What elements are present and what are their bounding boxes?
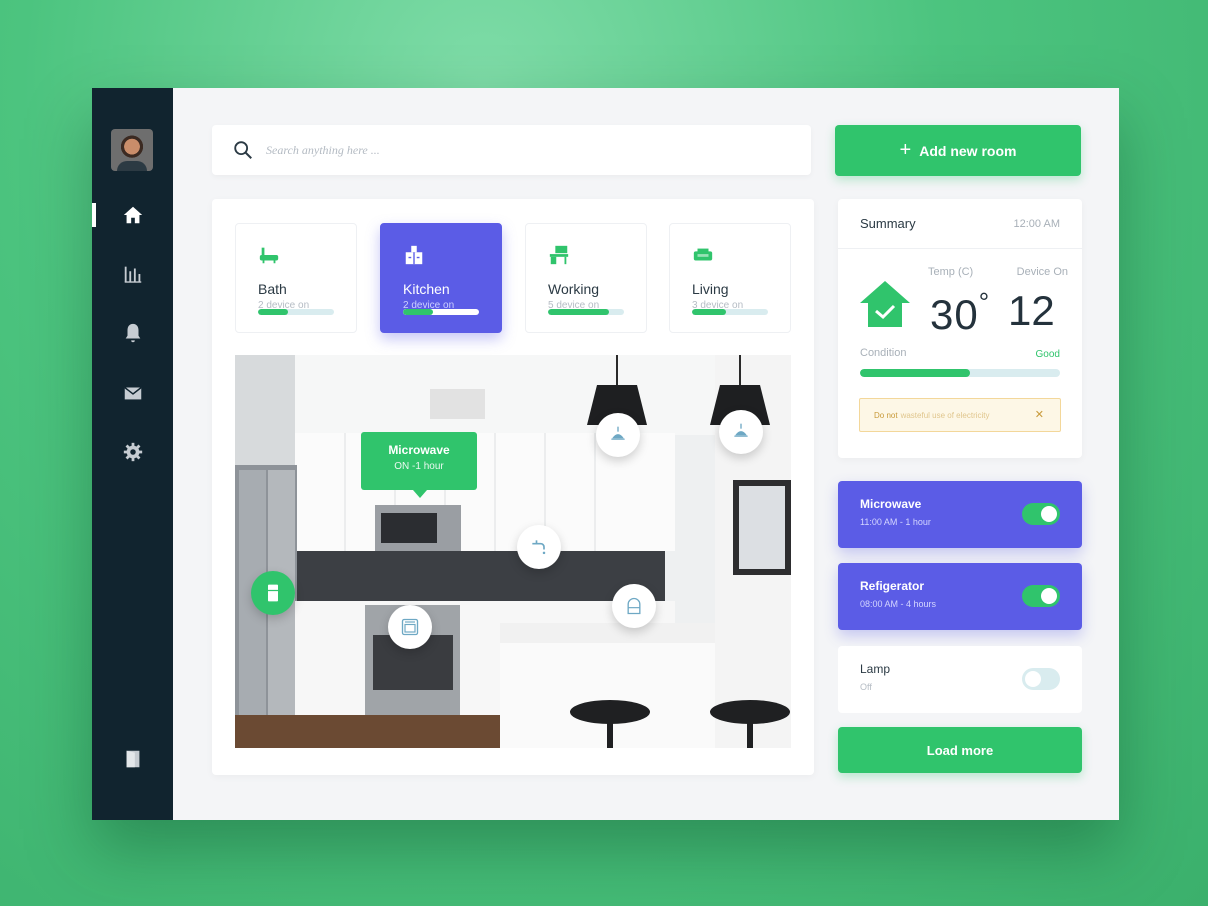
fridge-icon <box>268 584 278 602</box>
search-input[interactable] <box>266 142 666 158</box>
plus-icon: + <box>899 139 912 161</box>
door-icon <box>126 750 139 768</box>
alert-strong: Do not <box>874 410 898 420</box>
sofa-icon <box>693 248 713 261</box>
add-room-button[interactable]: + Add new room <box>835 125 1081 176</box>
device-toggle[interactable] <box>1022 668 1060 690</box>
search-icon <box>234 141 252 159</box>
room-photo: Microwave ON -1 hour <box>235 355 791 748</box>
kitchen-scene <box>235 355 791 748</box>
hotspot-oven[interactable] <box>388 605 432 649</box>
faucet-icon <box>532 540 546 555</box>
lamp-icon <box>611 426 625 440</box>
sidebar-item-notifications[interactable] <box>92 315 173 351</box>
room-panel: Bath 2 device on Kitchen 2 device on Wor… <box>212 199 814 775</box>
oven-icon <box>401 618 419 636</box>
summary-header: Summary 12:00 AM <box>838 199 1082 249</box>
summary-time: 12:00 AM <box>1013 217 1060 230</box>
device-card-refrigerator[interactable]: Refigerator 08:00 AM - 4 hours <box>838 563 1082 630</box>
device-tooltip: Microwave ON -1 hour <box>361 432 477 498</box>
room-card-working[interactable]: Working 5 device on <box>525 223 647 333</box>
temperature-value: 30° <box>930 287 990 339</box>
home-icon <box>123 206 142 224</box>
search-bar[interactable] <box>212 125 811 175</box>
degree-symbol: ° <box>978 287 991 317</box>
bar-chart-icon <box>124 266 141 283</box>
home-check-icon <box>860 281 910 327</box>
summary-title: Summary <box>860 216 916 231</box>
room-name: Working <box>548 281 600 297</box>
alert-text: wasteful use of electricity <box>900 410 990 420</box>
sidebar-item-stats[interactable] <box>92 256 173 292</box>
room-progress <box>548 309 624 315</box>
sidebar-item-messages[interactable] <box>92 375 173 411</box>
tooltip-subtitle: ON -1 hour <box>394 461 444 472</box>
close-icon[interactable]: ✕ <box>1035 408 1044 421</box>
room-progress-fill <box>692 309 727 315</box>
tooltip-title: Microwave <box>388 443 450 457</box>
hotspot-lamp-1[interactable] <box>596 413 640 457</box>
summary-card: Summary 12:00 AM Temp (C) Device On 30° … <box>838 199 1082 458</box>
hotspot-dishwasher[interactable] <box>612 584 656 628</box>
gear-icon <box>123 442 142 462</box>
sidebar-item-settings[interactable] <box>92 434 173 470</box>
condition-progress-fill <box>860 369 970 377</box>
room-name: Bath <box>258 281 287 297</box>
condition-progress <box>860 369 1060 377</box>
room-progress <box>403 309 479 315</box>
temp-label: Temp (C) <box>928 266 974 278</box>
room-name: Living <box>692 281 729 297</box>
room-progress-fill <box>258 309 289 315</box>
room-card-bath[interactable]: Bath 2 device on <box>235 223 357 333</box>
avatar[interactable] <box>111 129 153 171</box>
condition-label: Condition <box>860 347 907 359</box>
device-toggle[interactable] <box>1022 585 1060 607</box>
temperature-number: 30 <box>930 291 979 338</box>
add-room-label: Add new room <box>919 142 1017 159</box>
device-card-lamp[interactable]: Lamp Off <box>838 646 1082 713</box>
bell-icon <box>125 323 140 343</box>
sidebar-item-home[interactable] <box>92 197 173 233</box>
logout-button[interactable] <box>92 741 173 777</box>
room-progress <box>258 309 334 315</box>
device-card-microwave[interactable]: Microwave 11:00 AM - 1 hour <box>838 481 1082 548</box>
hotspot-lamp-2[interactable] <box>719 410 763 454</box>
lamp-icon <box>734 423 748 437</box>
sidebar <box>92 88 173 820</box>
envelope-icon <box>123 386 142 400</box>
room-card-living[interactable]: Living 3 device on <box>669 223 791 333</box>
summary-labels: Temp (C) Device On <box>928 266 1068 278</box>
bathtub-icon <box>259 247 279 264</box>
room-progress <box>692 309 768 315</box>
device-toggle[interactable] <box>1022 503 1060 525</box>
desk-icon <box>549 245 569 265</box>
device-on-label: Device On <box>1016 266 1068 278</box>
kitchen-icon <box>405 245 423 265</box>
app-window: Bath 2 device on Kitchen 2 device on Wor… <box>92 88 1119 820</box>
main-content: Bath 2 device on Kitchen 2 device on Wor… <box>173 88 1119 820</box>
alert-banner: Do not wasteful use of electricity ✕ <box>859 398 1061 432</box>
hotspot-faucet[interactable] <box>517 525 561 569</box>
load-more-button[interactable]: Load more <box>838 727 1082 773</box>
devices-on-value: 12 <box>1008 287 1055 334</box>
dishwasher-icon <box>627 597 641 615</box>
hotspot-fridge[interactable] <box>251 571 295 615</box>
room-progress-fill <box>403 309 434 315</box>
condition-value: Good <box>1035 349 1060 360</box>
room-progress-fill <box>548 309 609 315</box>
room-card-kitchen[interactable]: Kitchen 2 device on <box>380 223 502 333</box>
room-name: Kitchen <box>403 281 450 297</box>
